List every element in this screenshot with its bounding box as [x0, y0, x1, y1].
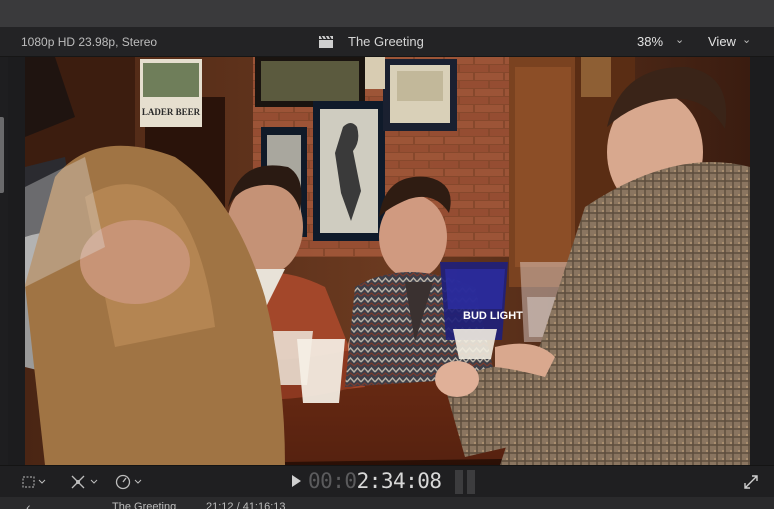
- chevron-down-icon[interactable]: ⌄: [742, 33, 751, 46]
- frame-illustration: LADER BEER BUD LIGHT: [25, 57, 750, 465]
- scroll-thumb[interactable]: [0, 117, 4, 193]
- viewer-controls: 00:02:34:08: [0, 465, 774, 497]
- viewer-header: 1080p HD 23.98p, Stereo The Greeting 38%…: [0, 27, 774, 57]
- sign-text: LADER BEER: [142, 107, 201, 117]
- view-menu[interactable]: View: [708, 34, 736, 49]
- format-info: 1080p HD 23.98p, Stereo: [21, 35, 158, 49]
- left-scroll-edge[interactable]: [0, 57, 8, 465]
- audio-meter: [455, 470, 475, 494]
- speed-icon[interactable]: [115, 473, 145, 491]
- crop-icon[interactable]: [22, 473, 48, 491]
- back-icon[interactable]: ‹: [26, 499, 31, 509]
- timeline-project: The Greeting: [112, 501, 177, 509]
- chevron-down-icon[interactable]: ⌄: [675, 33, 684, 46]
- pitcher-text: BUD LIGHT: [463, 310, 523, 322]
- timeline-strip: ‹ The Greeting 21:12 / 41:16:13: [0, 497, 774, 509]
- timecode-dim: 00:0: [308, 469, 357, 493]
- timecode-lit: 2:34:08: [356, 469, 443, 493]
- zoom-level[interactable]: 38%: [637, 34, 663, 49]
- timecode-display[interactable]: 00:02:34:08: [308, 469, 442, 493]
- timeline-duration: 21:12 / 41:16:13: [206, 501, 286, 509]
- video-frame[interactable]: LADER BEER BUD LIGHT: [25, 57, 750, 465]
- play-icon[interactable]: [292, 475, 301, 487]
- transform-icon[interactable]: [70, 473, 100, 491]
- clip-title: The Greeting: [348, 34, 424, 49]
- fullscreen-icon[interactable]: [743, 474, 759, 490]
- window-top-strip: [0, 0, 774, 27]
- clapper-icon: [319, 35, 333, 48]
